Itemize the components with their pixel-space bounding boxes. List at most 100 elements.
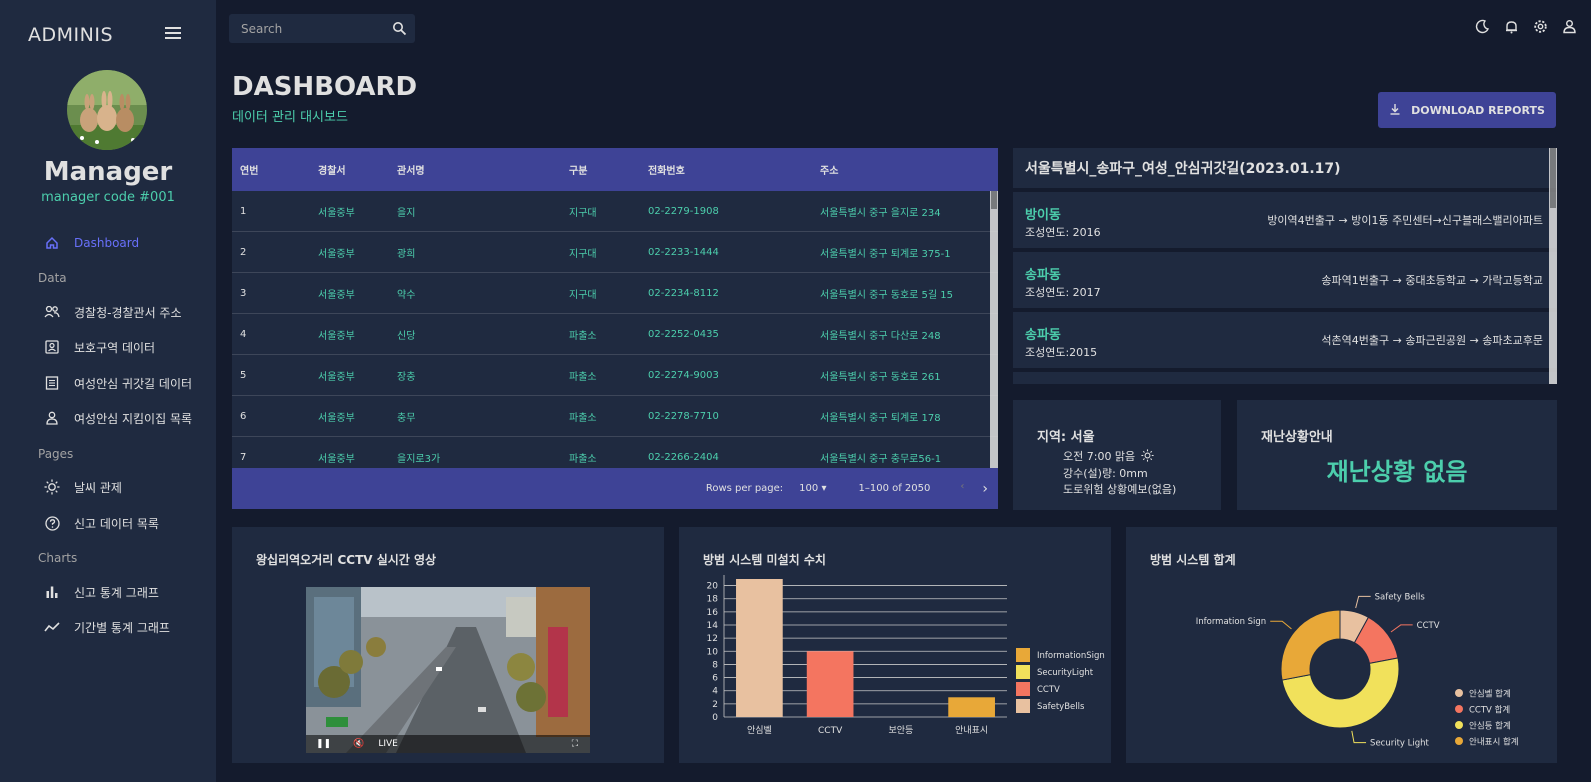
table-cell: 7 [240, 451, 247, 463]
table-cell: 서울중부 [318, 289, 355, 301]
sidebar-item-label: 경찰청-경찰관서 주소 [74, 305, 182, 320]
pie-chart: Safety Bells CCTV Security Light Informatio… [1196, 592, 1519, 748]
sidebar-item-weather[interactable]: 날씨 관제 [44, 477, 122, 497]
notifications-icon[interactable] [1504, 19, 1519, 34]
section-charts: Charts [38, 551, 78, 565]
table-row[interactable]: 6 서울중부 충무 파출소 02-2278-7710 서울특별시 중구 퇴계로 178 [232, 396, 998, 437]
table-row[interactable]: 2 서울중부 광희 지구대 02-2233-1444 서울특별시 중구 퇴계로 375-1 [232, 232, 998, 273]
table-cell: 02-2233-1444 [648, 246, 719, 258]
table-cell: 02-2278-7710 [648, 410, 719, 422]
search-bar [229, 14, 415, 43]
fullscreen-icon[interactable]: ⛶ [572, 739, 578, 749]
pie-leader-line [1355, 595, 1371, 609]
route-item [1013, 372, 1557, 384]
table-cell: 서울중부 [318, 371, 355, 383]
y-tick-label: 6 [712, 674, 718, 684]
table-cell: 약수 [397, 289, 416, 301]
sidebar-item-label: 신고 통계 그래프 [74, 585, 159, 600]
route-path: 송파역1번출구 → 중대초등학교 → 가락고등학교 [1321, 274, 1543, 287]
cctv-title: 왕십리역오거리 CCTV 실시간 영상 [256, 553, 437, 567]
avatar [67, 70, 147, 150]
person-icon[interactable] [1562, 19, 1577, 34]
table-cell: 광희 [397, 248, 416, 260]
route-scrollbar[interactable] [1549, 148, 1557, 384]
page-subtitle: 데이터 관리 대시보드 [232, 110, 348, 125]
table-cell: 02-2266-2404 [648, 451, 719, 463]
table-cell: 서울중부 [318, 412, 355, 424]
route-year: 조성연도:2015 [1025, 346, 1098, 359]
legend-swatch [1016, 682, 1030, 696]
cctv-panel: 왕십리역오거리 CCTV 실시간 영상 ❚❚ 🔇 LIVE ⛶ [232, 527, 664, 763]
weather-region: 지역: 서울 [1037, 430, 1095, 445]
table-cell: 02-2279-1908 [648, 205, 719, 217]
bar [948, 697, 995, 717]
rows-per-page-label: Rows per page: [705, 483, 784, 494]
cctv-video[interactable]: ❚❚ 🔇 LIVE ⛶ [306, 587, 590, 753]
sidebar-item-report-stats[interactable]: 신고 통계 그래프 [44, 582, 159, 602]
dark-mode-icon[interactable] [1475, 19, 1490, 34]
top-icons [1475, 19, 1577, 34]
table-cell: 02-2274-9003 [648, 369, 719, 381]
download-reports-button[interactable]: DOWNLOAD REPORTS [1378, 92, 1556, 128]
table-row[interactable]: 7 서울중부 을지로3가 파출소 02-2266-2404 서울특별시 중구 충무로56-… [232, 437, 998, 468]
mute-icon[interactable]: 🔇 [353, 739, 364, 749]
table-row[interactable]: 5 서울중부 장충 파출소 02-2274-9003 서울특별시 중구 동호로 261 [232, 355, 998, 396]
table-row[interactable]: 3 서울중부 약수 지구대 02-2234-8112 서울특별시 중구 동호로 5길 15 [232, 273, 998, 314]
column-header[interactable]: 연번 [232, 162, 318, 177]
route-item: 송파동 조성연도: 2017 송파역1번출구 → 중대초등학교 → 가락고등학교 [1013, 252, 1557, 308]
table-row[interactable]: 1 서울중부 을지 지구대 02-2279-1908 서울특별시 중구 을지로 234 [232, 191, 998, 232]
legend-swatch [1455, 689, 1463, 697]
table-row[interactable]: 4 서울중부 신당 파출소 02-2252-0435 서울특별시 중구 다산로 248 [232, 314, 998, 355]
sidebar-item-label: 날씨 관제 [74, 480, 122, 495]
video-controls: ❚❚ 🔇 LIVE ⛶ [306, 735, 590, 753]
pause-icon[interactable]: ❚❚ [316, 739, 331, 749]
sidebar-item-dashboard[interactable]: Dashboard [44, 233, 139, 253]
table-cell: 1 [240, 205, 247, 217]
table-scrollbar[interactable] [990, 191, 998, 468]
sun-icon [1141, 449, 1154, 465]
prev-page-icon[interactable]: ‹ [960, 481, 964, 497]
sidebar-item-report-list[interactable]: 신고 데이터 목록 [44, 513, 159, 533]
route-year: 조성연도: 2017 [1025, 286, 1101, 299]
table-pagination: Rows per page: 100 ▾ 1–100 of 2050 ‹ › [232, 468, 998, 509]
table-cell: 02-2252-0435 [648, 328, 719, 340]
sidebar-item-safe-house[interactable]: 여성안심 지킴이집 목록 [44, 408, 192, 428]
search-icon[interactable] [392, 21, 407, 36]
y-tick-label: 20 [707, 582, 719, 592]
next-page-icon[interactable]: › [982, 481, 988, 497]
help-circle-icon [44, 515, 60, 531]
pie-leader-line [1390, 624, 1413, 633]
table-cell: 서울중부 [318, 248, 355, 260]
bar [806, 651, 854, 717]
search-input[interactable] [229, 21, 379, 36]
table-cell: 파출소 [569, 330, 597, 342]
sidebar-item-period-stats[interactable]: 기간별 통계 그래프 [44, 617, 170, 637]
column-header[interactable]: 구분 [569, 162, 648, 177]
settings-icon[interactable] [1533, 19, 1548, 34]
main-content: DASHBOARD 데이터 관리 대시보드 DOWNLOAD REPORTS 연… [216, 0, 1591, 782]
column-header[interactable]: 주소 [820, 162, 990, 177]
pie-slice [1280, 609, 1341, 681]
table-cell: 파출소 [569, 412, 597, 424]
sidebar-item-protection-zone[interactable]: 보호구역 데이터 [44, 337, 155, 357]
table-cell: 서울중부 [318, 330, 355, 342]
sidebar-item-label: 여성안심 귀갓길 데이터 [74, 376, 193, 391]
x-tick-label: CCTV [818, 726, 843, 736]
sidebar-item-police-address[interactable]: 경찰청-경찰관서 주소 [44, 302, 182, 322]
column-header[interactable]: 경찰서 [318, 162, 397, 177]
column-header[interactable]: 전화번호 [648, 162, 820, 177]
menu-icon[interactable] [165, 27, 181, 43]
y-tick-label: 16 [707, 608, 719, 618]
legend-swatch [1016, 665, 1030, 679]
table-cell: 서울중부 [318, 453, 355, 465]
table-cell: 서울특별시 중구 을지로 234 [820, 207, 941, 219]
x-tick-label: 안심벨 [747, 725, 772, 736]
download-label: DOWNLOAD REPORTS [1411, 103, 1545, 117]
route-name: 방이동 [1025, 208, 1061, 223]
column-header[interactable]: 관서명 [397, 162, 569, 177]
bar-chart-icon [44, 584, 60, 600]
pie-slice-label: CCTV [1417, 621, 1440, 631]
rows-per-page-select[interactable]: 100 ▾ [799, 483, 826, 494]
sidebar-item-safe-route[interactable]: 여성안심 귀갓길 데이터 [44, 373, 192, 393]
bar-chart: 0 2 4 6 8 10 12 14 16 18 20 안심벨 CCTV 보안등 안내표시 Informati… [707, 575, 1105, 736]
